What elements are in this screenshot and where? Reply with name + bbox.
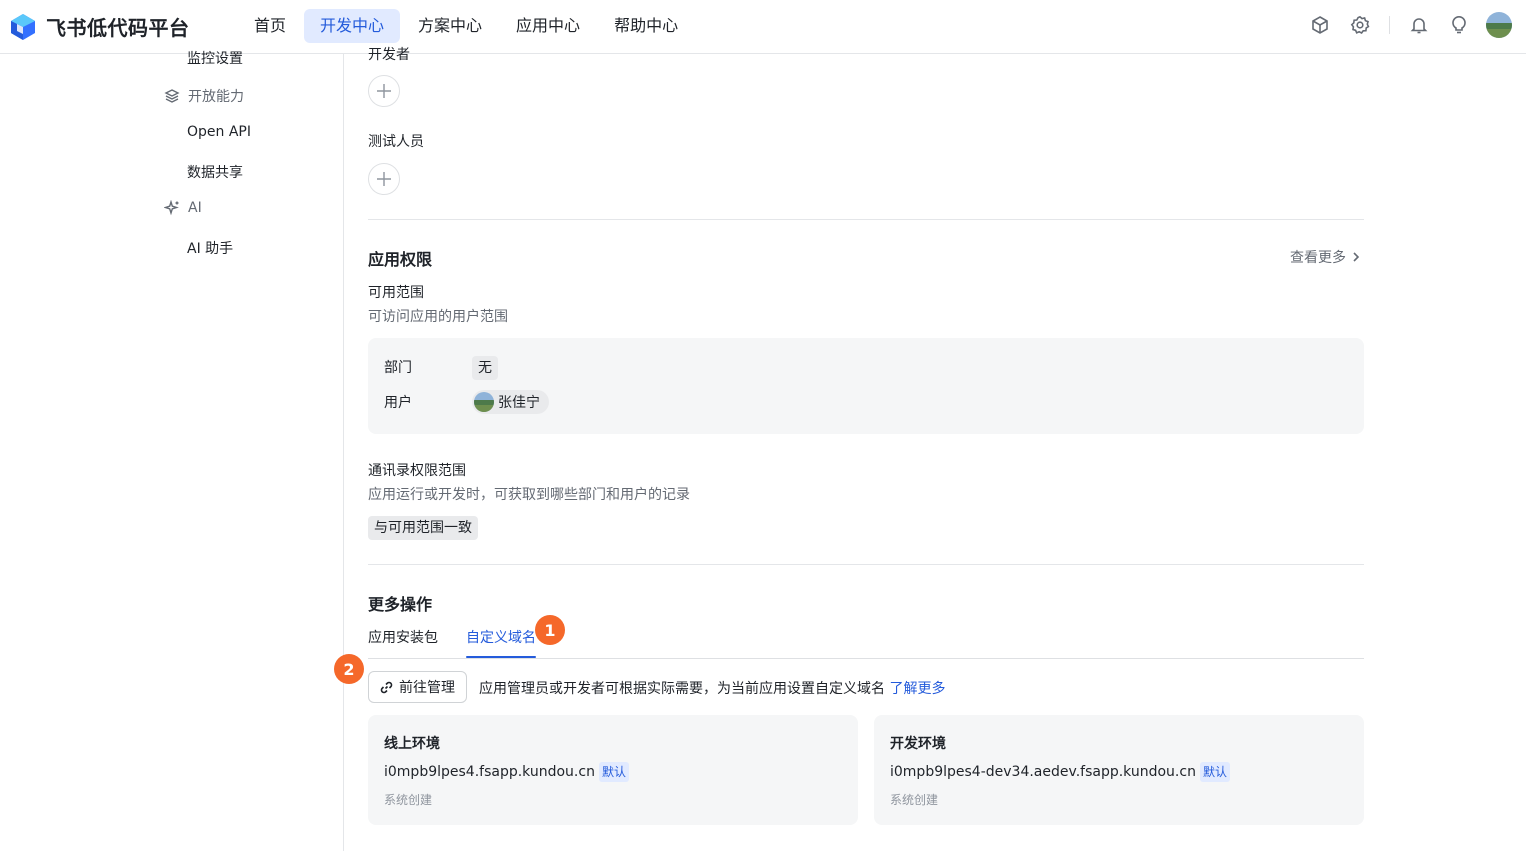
top-header: 飞书低代码平台 首页 开发中心 方案中心 应用中心 帮助中心 xyxy=(0,0,1526,54)
env-domain-row: i0mpb9lpes4.fsapp.kundou.cn 默认 xyxy=(384,762,629,782)
chevron-right-icon xyxy=(1353,252,1360,262)
custom-domain-desc-text: 应用管理员或开发者可根据实际需要，为当前应用设置自定义域名 xyxy=(479,681,885,697)
section-divider xyxy=(368,219,1364,220)
env-title: 开发环境 xyxy=(890,736,946,752)
user-avatar[interactable] xyxy=(1486,12,1512,38)
more-ops-title: 更多操作 xyxy=(368,595,433,614)
add-tester-button[interactable] xyxy=(368,163,400,195)
sidebar-item-open-api[interactable]: Open API xyxy=(187,124,251,140)
env-card-production: 线上环境 i0mpb9lpes4.fsapp.kundou.cn 默认 系统创建 xyxy=(368,715,858,825)
step-badge-2: 2 xyxy=(334,654,364,684)
env-domain[interactable]: i0mpb9lpes4-dev34.aedev.fsapp.kundou.cn xyxy=(890,764,1196,780)
contacts-scope-title: 通讯录权限范围 xyxy=(368,463,466,479)
user-chip[interactable]: 张佳宁 xyxy=(472,390,549,414)
nav-solution-center[interactable]: 方案中心 xyxy=(402,9,498,43)
developers-label: 开发者 xyxy=(368,47,410,63)
sidebar-group-ai[interactable]: AI xyxy=(164,200,202,216)
tab-custom-domain[interactable]: 自定义域名 xyxy=(466,627,536,647)
env-card-development: 开发环境 i0mpb9lpes4-dev34.aedev.fsapp.kundo… xyxy=(874,715,1364,825)
go-manage-button[interactable]: 前往管理 xyxy=(368,671,467,703)
custom-domain-description: 应用管理员或开发者可根据实际需要，为当前应用设置自定义域名 了解更多 xyxy=(479,678,945,698)
sidebar-item-ai-assistant[interactable]: AI 助手 xyxy=(187,238,233,258)
plus-icon xyxy=(377,84,391,98)
nav-app-center[interactable]: 应用中心 xyxy=(500,9,596,43)
step-badge-1: 1 xyxy=(535,615,565,645)
header-divider xyxy=(1389,16,1390,34)
sidebar-group-label: 开放能力 xyxy=(188,89,244,105)
env-domain-row: i0mpb9lpes4-dev34.aedev.fsapp.kundou.cn … xyxy=(890,762,1230,782)
brand-name: 飞书低代码平台 xyxy=(46,16,190,40)
cube-icon[interactable] xyxy=(1309,14,1331,36)
sidebar: 监控设置 开放能力 Open API 数据共享 AI AI 助手 xyxy=(0,51,344,851)
nav-help-center[interactable]: 帮助中心 xyxy=(598,9,694,43)
sidebar-item-data-sharing[interactable]: 数据共享 xyxy=(187,162,243,182)
tab-app-package[interactable]: 应用安装包 xyxy=(368,627,438,647)
main-nav: 首页 开发中心 方案中心 应用中心 帮助中心 xyxy=(238,9,694,43)
add-developer-button[interactable] xyxy=(368,75,400,107)
default-badge: 默认 xyxy=(1199,762,1230,782)
department-value: 无 xyxy=(472,356,498,380)
env-note: 系统创建 xyxy=(890,793,939,807)
nav-home[interactable]: 首页 xyxy=(238,9,302,43)
default-badge: 默认 xyxy=(598,762,629,782)
layers-icon xyxy=(164,89,180,103)
link-icon xyxy=(380,681,393,693)
env-title: 线上环境 xyxy=(384,736,440,752)
brand-logo[interactable]: 飞书低代码平台 xyxy=(10,12,190,41)
contacts-scope-description: 应用运行或开发时，可获取到哪些部门和用户的记录 xyxy=(368,487,690,503)
learn-more-link[interactable]: 了解更多 xyxy=(889,681,945,697)
env-note: 系统创建 xyxy=(384,793,433,807)
header-tools xyxy=(1291,12,1512,38)
testers-label: 测试人员 xyxy=(368,134,424,150)
lightbulb-icon[interactable] xyxy=(1448,14,1470,36)
user-label: 用户 xyxy=(384,395,412,411)
tabs-divider xyxy=(368,658,1364,659)
go-manage-label: 前往管理 xyxy=(399,680,455,696)
scope-title: 可用范围 xyxy=(368,285,424,301)
gear-icon[interactable] xyxy=(1349,14,1371,36)
avatar xyxy=(474,392,494,412)
permissions-title: 应用权限 xyxy=(368,250,433,269)
contacts-scope-value: 与可用范围一致 xyxy=(368,516,478,540)
env-domain[interactable]: i0mpb9lpes4.fsapp.kundou.cn xyxy=(384,764,595,780)
bell-icon[interactable] xyxy=(1408,14,1430,36)
nav-dev-center[interactable]: 开发中心 xyxy=(304,9,401,43)
sidebar-group-open-capabilities[interactable]: 开放能力 xyxy=(164,86,244,106)
plus-icon xyxy=(377,172,391,186)
sidebar-group-label: AI xyxy=(188,200,202,216)
sparkle-icon xyxy=(164,200,179,216)
user-name: 张佳宁 xyxy=(498,395,540,411)
department-label: 部门 xyxy=(384,360,412,376)
section-divider xyxy=(368,564,1364,565)
view-more-label: 查看更多 xyxy=(1290,250,1346,266)
feishu-lowcode-logo-icon xyxy=(11,13,35,40)
sidebar-item-monitor-settings[interactable]: 监控设置 xyxy=(187,48,243,68)
scope-description: 可访问应用的用户范围 xyxy=(368,309,508,325)
view-more-link[interactable]: 查看更多 xyxy=(1290,247,1362,267)
scope-box: 部门 无 用户 张佳宁 xyxy=(368,338,1364,434)
